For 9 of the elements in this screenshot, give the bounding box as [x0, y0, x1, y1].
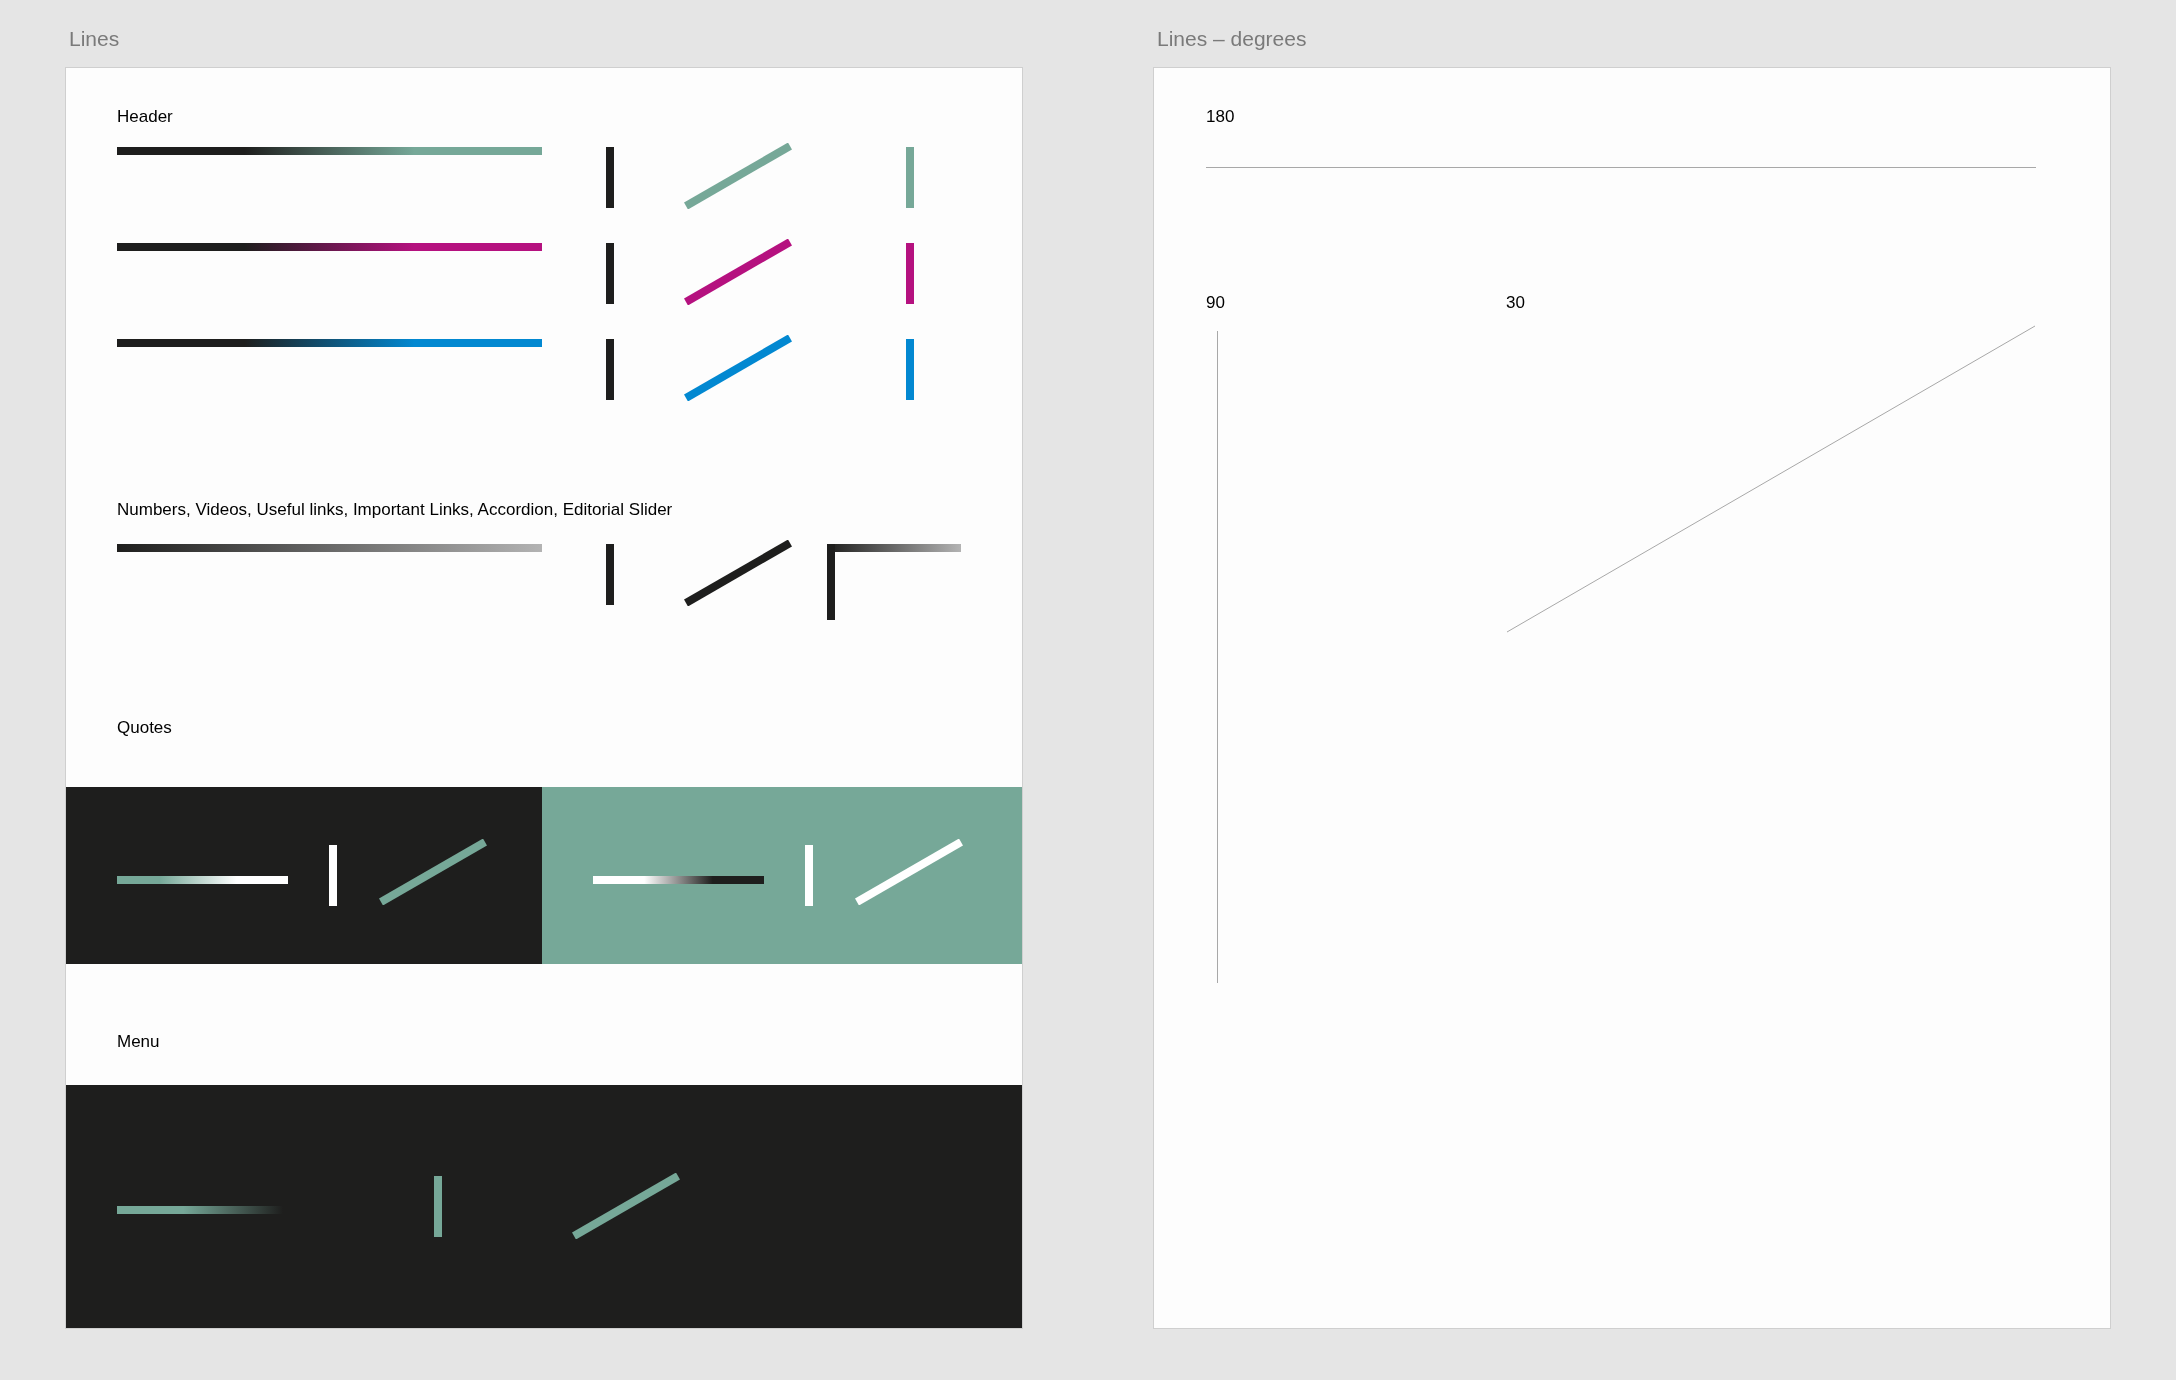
- angle-label: 90: [1206, 294, 1226, 311]
- artboard-title: Lines – degrees: [1157, 28, 1308, 49]
- section-label: Header: [117, 108, 174, 125]
- section-label: Quotes: [117, 718, 172, 737]
- section-label: Menu: [117, 1032, 160, 1051]
- section-label: Numbers, Videos, Useful links, Important Links, Accordion, Editorial Slider: [117, 501, 674, 518]
- angle-label: 180: [1206, 108, 1236, 125]
- artboard-title: Lines: [69, 28, 121, 49]
- angle-label: 30: [1506, 294, 1526, 311]
